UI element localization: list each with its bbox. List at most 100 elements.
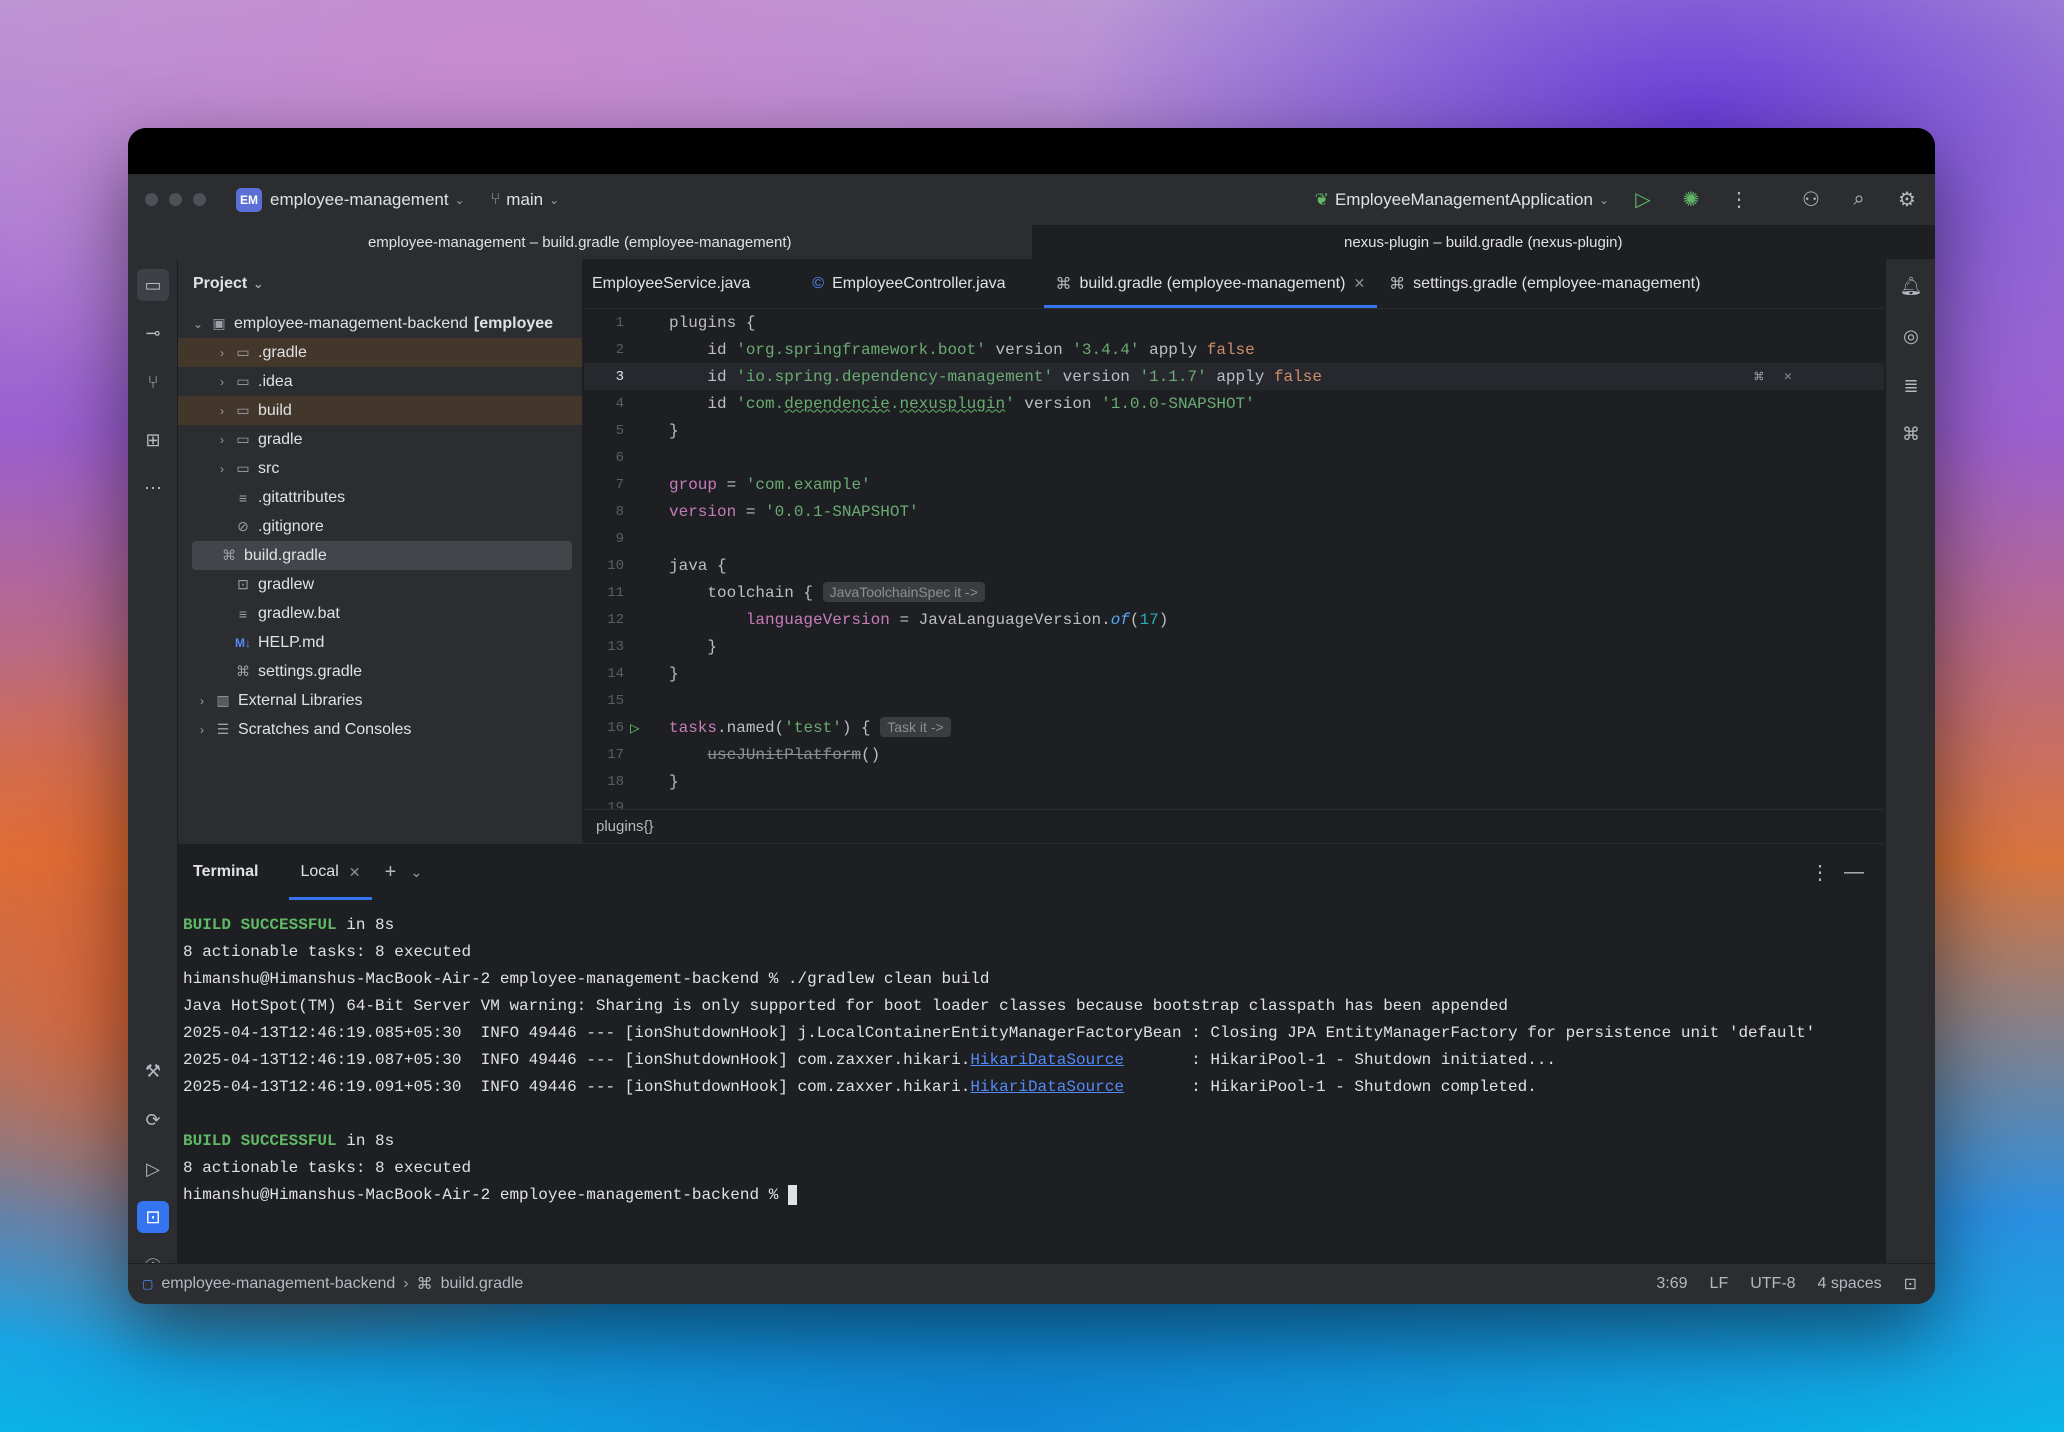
class-link[interactable]: HikariDataSource [970, 1078, 1124, 1096]
gradle-sync-icon[interactable]: ⌘ [1754, 367, 1764, 387]
chevron-right-icon[interactable]: › [212, 433, 232, 447]
line-number: 5 [615, 422, 624, 439]
run-config-selector[interactable]: ❦ EmployeeManagementApplication ⌄ [1315, 190, 1609, 210]
chevron-right-icon[interactable]: › [212, 375, 232, 389]
tree-item-help-md[interactable]: M↓ HELP.md [192, 628, 572, 657]
structure-icon[interactable]: ⊞ [137, 424, 169, 456]
notifications-icon[interactable]: 🔔︎ [1896, 271, 1926, 301]
tree-root[interactable]: ⌄ ▣ employee-management-backend [employe… [188, 309, 568, 338]
branch-selector[interactable]: ⑂ main ⌄ [491, 190, 560, 210]
run-gutter-icon[interactable]: ▷ [630, 718, 640, 738]
gradle-file-icon: ⌘ [1055, 275, 1072, 293]
database-icon[interactable]: ≣ [1896, 371, 1926, 401]
gradle-icon[interactable]: ⌘ [1896, 419, 1926, 449]
tree-item-label: gradle [258, 430, 303, 448]
caret-position[interactable]: 3:69 [1656, 1275, 1687, 1293]
services-icon[interactable]: ⟳ [137, 1104, 169, 1136]
tab-build-gradle[interactable]: ⌘ build.gradle (employee-management) ✕ [1043, 259, 1378, 308]
line-number: 11 [607, 584, 624, 601]
minimize-window-button[interactable] [169, 193, 182, 206]
tree-item-label: .gitattributes [258, 488, 346, 506]
window-tab-nexus-plugin[interactable]: nexus-plugin – build.gradle (nexus-plugi… [1031, 225, 1935, 259]
project-folder-icon[interactable]: ▭ [137, 269, 169, 301]
ai-assistant-icon[interactable]: ◎ [1896, 321, 1926, 351]
tree-item-scratches[interactable]: › ☰ Scratches and Consoles [192, 715, 572, 744]
line-number: 12 [607, 611, 624, 628]
tab-label: settings.gradle (employee-management) [1413, 274, 1701, 292]
status-file[interactable]: build.gradle [441, 1275, 524, 1293]
close-tab-icon[interactable]: ✕ [349, 864, 361, 881]
close-tab-icon[interactable]: ✕ [1353, 275, 1365, 292]
code-breadcrumb[interactable]: plugins{} [584, 809, 1884, 843]
tree-item-gitignore[interactable]: ⊘ .gitignore [192, 512, 572, 541]
add-user-icon[interactable]: ⚇ [1797, 186, 1825, 214]
code-line-current: 3 id 'io.spring.dependency-management' v… [584, 363, 1884, 390]
status-breadcrumb: ▢ employee-management-backend › ⌘ build.… [142, 1274, 523, 1294]
code-line: 15 [584, 687, 1884, 714]
chevron-right-icon[interactable]: › [192, 694, 212, 708]
line-number: 18 [607, 773, 624, 790]
tree-item-build-gradle[interactable]: ⌘ build.gradle [192, 541, 572, 570]
code-area[interactable]: 1 plugins { 2 id 'org.springframework.bo… [584, 309, 1884, 809]
run-icon[interactable]: ▷ [1629, 186, 1657, 214]
terminal-line: 2025-04-13T12:46:19.085+05:30 INFO 49446… [183, 1024, 1816, 1042]
ide-window: EM employee-management ⌄ ⑂ main ⌄ ❦ Empl… [128, 128, 1935, 1304]
tree-item-src[interactable]: › ▭ src [192, 454, 572, 483]
commit-icon[interactable]: ⊸ [137, 317, 169, 349]
pull-request-icon[interactable]: ⑂ [137, 366, 169, 398]
project-badge[interactable]: EM [236, 187, 262, 212]
tab-label: EmployeeController.java [832, 274, 1006, 292]
chevron-right-icon[interactable]: › [212, 346, 232, 360]
close-window-button[interactable] [145, 193, 158, 206]
tree-item-gradlew-bat[interactable]: ≡ gradlew.bat [192, 599, 572, 628]
tree-item-gitattributes[interactable]: ≡ .gitattributes [192, 483, 572, 512]
status-project[interactable]: employee-management-backend [161, 1275, 395, 1293]
file-encoding[interactable]: UTF-8 [1750, 1275, 1795, 1293]
project-selector[interactable]: employee-management ⌄ [270, 190, 465, 210]
zoom-window-button[interactable] [193, 193, 206, 206]
chevron-right-icon[interactable]: › [212, 404, 232, 418]
tree-item-settings-gradle[interactable]: ⌘ settings.gradle [192, 657, 572, 686]
run-panel-icon[interactable]: ▷ [137, 1153, 169, 1185]
close-icon[interactable]: ✕ [1784, 369, 1792, 384]
terminal-line: Java HotSpot(TM) 64-Bit Server VM warnin… [183, 997, 1509, 1015]
minimize-panel-icon[interactable]: — [1840, 858, 1868, 886]
search-icon[interactable]: ⌕ [1845, 186, 1873, 214]
code-line: 19 [584, 795, 1884, 809]
terminal-output[interactable]: BUILD SUCCESSFUL in 8s 8 actionable task… [183, 912, 1815, 1209]
tree-item-idea[interactable]: › ▭ .idea [192, 367, 572, 396]
more-horizontal-icon[interactable]: ⋯ [137, 472, 169, 504]
chevron-right-icon[interactable]: › [212, 462, 232, 476]
right-tool-strip: 🔔︎ ◎ ≣ ⌘ [1885, 259, 1935, 1263]
tree-item-gradlew[interactable]: ⊡ gradlew [192, 570, 572, 599]
indent-setting[interactable]: 4 spaces [1818, 1275, 1882, 1293]
debug-icon[interactable]: ✺ [1677, 186, 1705, 214]
terminal-text: 2025-04-13T12:46:19.091+05:30 INFO 49446… [183, 1078, 971, 1096]
tab-employee-controller[interactable]: © EmployeeController.java [800, 259, 1017, 308]
tree-item-external-libraries[interactable]: › ▥ External Libraries [192, 686, 572, 715]
chevron-down-icon[interactable]: ⌄ [188, 317, 208, 331]
lock-icon[interactable]: ⊡ [1904, 1274, 1917, 1294]
project-panel-header[interactable]: Project ⌄ [178, 259, 582, 309]
more-vertical-icon[interactable]: ⋮ [1725, 186, 1753, 214]
terminal-tab-local[interactable]: Local ✕ [288, 844, 373, 900]
class-link[interactable]: HikariDataSource [970, 1051, 1124, 1069]
tab-settings-gradle[interactable]: ⌘ settings.gradle (employee-management) [1377, 259, 1712, 308]
code-line: 14 } [584, 660, 1884, 687]
tree-item-build[interactable]: › ▭ build [178, 396, 582, 425]
more-vertical-icon[interactable]: ⋮ [1806, 858, 1834, 886]
terminal-icon[interactable]: ⊡ [137, 1201, 169, 1233]
chevron-right-icon[interactable]: › [192, 723, 212, 737]
build-hammer-icon[interactable]: ⚒ [137, 1055, 169, 1087]
window-tab-employee-management[interactable]: employee-management – build.gradle (empl… [128, 225, 1032, 259]
line-ending[interactable]: LF [1710, 1275, 1729, 1293]
tree-item-gradle-dir[interactable]: › ▭ .gradle [178, 338, 582, 367]
chevron-down-icon: ⌄ [1598, 192, 1609, 207]
settings-icon[interactable]: ⚙ [1893, 186, 1921, 214]
window-controls[interactable] [145, 193, 206, 206]
project-panel-title: Project [193, 275, 248, 292]
plus-icon[interactable]: + [376, 858, 404, 886]
tree-item-gradle[interactable]: › ▭ gradle [192, 425, 572, 454]
chevron-down-icon[interactable]: ⌄ [410, 864, 422, 881]
tab-employee-service[interactable]: EmployeeService.java [584, 259, 762, 308]
